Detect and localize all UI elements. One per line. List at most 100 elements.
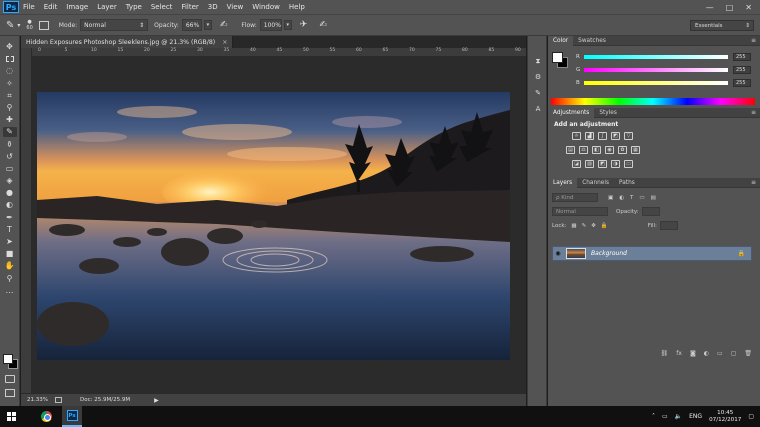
move-tool-icon[interactable]: ✥ [3,42,17,52]
document-tab[interactable]: Hidden Exposures Photoshop Sleeklens.jpg… [21,36,234,48]
filter-type-icon[interactable]: T [630,195,633,201]
brush-size-picker[interactable]: ● 60 [26,19,32,31]
add-mask-icon[interactable]: ◙ [690,350,696,358]
channel-value[interactable]: 255 [733,66,751,74]
panel-menu-icon[interactable]: ≡ [751,37,756,44]
slider-blue[interactable]: B 255 [576,78,756,88]
flow-field[interactable]: 100% [259,19,282,31]
menu-layer[interactable]: Layer [97,3,117,11]
tab-swatches[interactable]: Swatches [573,36,611,46]
color-lookup-icon[interactable]: ▦ [631,146,640,154]
tab-adjustments[interactable]: Adjustments [548,107,595,118]
panel-menu-icon[interactable]: ≡ [751,179,756,186]
airbrush-icon[interactable]: ✈ [300,20,308,30]
layer-row-background[interactable]: ◉ Background 🔒 [552,246,752,261]
lock-position-icon[interactable]: ✥ [591,223,596,229]
healing-tool-icon[interactable]: ✚ [3,115,17,125]
brush-presets-panel-icon[interactable]: ✎ [532,88,544,98]
menu-edit[interactable]: Edit [44,3,58,11]
tab-layers[interactable]: Layers [548,177,578,188]
opacity-field[interactable]: 66% [181,19,202,31]
language-indicator[interactable]: ENG [689,413,702,420]
tab-paths[interactable]: Paths [614,178,640,188]
invert-icon[interactable]: ◪ [572,160,581,168]
history-panel-icon[interactable]: ⧗ [532,56,544,66]
blend-mode-select[interactable]: Normal [552,207,608,216]
menu-select[interactable]: Select [151,3,173,11]
network-icon[interactable]: ▭ [662,413,668,420]
panel-menu-icon[interactable]: ≡ [751,109,756,116]
volume-icon[interactable]: 🔈 [675,413,682,420]
gradient-map-icon[interactable]: ▭ [624,160,633,168]
filter-shape-icon[interactable]: ▭ [639,195,644,201]
quick-select-tool-icon[interactable]: ✧ [3,79,17,89]
slider-red[interactable]: R 255 [576,52,756,62]
dodge-tool-icon[interactable]: ◐ [3,200,17,210]
color-balance-icon[interactable]: ⚖ [579,146,588,154]
history-brush-tool-icon[interactable]: ↺ [3,152,17,162]
zoom-tool-icon[interactable]: ⚲ [3,274,17,284]
brush-tool-icon-selected[interactable]: ✎ [2,127,17,138]
layer-kind-filter[interactable]: ρ Kind [552,193,598,202]
zoom-preview-icon[interactable] [55,397,62,403]
channel-value[interactable]: 255 [733,79,751,87]
blur-tool-icon[interactable]: ● [3,188,17,198]
black-white-icon[interactable]: ◧ [592,146,601,154]
slider-track[interactable] [584,68,728,72]
channel-value[interactable]: 255 [733,53,751,61]
tab-color[interactable]: Color [548,35,574,46]
filter-smart-object-icon[interactable]: ▤ [651,195,656,201]
lock-transparency-icon[interactable]: ▦ [571,223,576,229]
status-menu-arrow-icon[interactable]: ▶ [154,397,159,404]
start-button[interactable] [0,406,22,427]
menu-file[interactable]: File [23,3,35,11]
close-tab-icon[interactable]: × [222,39,227,46]
mode-select[interactable]: Normal ⇕ [80,19,149,31]
crop-tool-icon[interactable]: ⌗ [3,91,17,101]
filter-adjustment-icon[interactable]: ◐ [619,195,624,201]
photo-canvas[interactable] [37,92,510,360]
pressure-opacity-icon[interactable]: ✍ [220,20,228,30]
exposure-icon[interactable]: ◩ [611,132,620,140]
tab-styles[interactable]: Styles [594,108,622,118]
color-spectrum-ramp[interactable] [551,98,755,105]
slider-track[interactable] [584,55,728,59]
trash-icon[interactable]: 🗑 [744,350,752,358]
lock-all-icon[interactable]: 🔒 [601,223,608,229]
hue-saturation-icon[interactable]: ▤ [566,146,575,154]
notifications-icon[interactable]: ▢ [748,413,754,420]
lasso-tool-icon[interactable]: ◌ [3,66,17,76]
curves-icon[interactable]: ∫ [598,132,607,140]
levels-icon[interactable]: ▟ [585,132,594,140]
vibrance-icon[interactable]: ▽ [624,132,633,140]
menu-window[interactable]: Window [252,3,280,11]
visibility-eye-icon[interactable]: ◉ [553,250,563,257]
layer-opacity-field[interactable] [641,207,660,216]
slider-green[interactable]: G 255 [576,65,756,75]
path-select-tool-icon[interactable]: ➤ [3,237,17,247]
brush-panel-toggle-icon[interactable] [38,20,49,30]
menu-help[interactable]: Help [289,3,305,11]
tray-up-arrow-icon[interactable]: ˄ [652,413,655,420]
threshold-icon[interactable]: ◩ [598,160,607,168]
new-group-icon[interactable]: ▭ [717,350,723,358]
link-layers-icon[interactable]: ⛓ [661,350,669,358]
foreground-color-swatch[interactable] [3,354,13,364]
brightness-icon[interactable]: ☼ [572,132,581,140]
channel-mixer-icon[interactable]: ✿ [618,146,627,154]
layer-style-icon[interactable]: fx [676,350,682,358]
rectangle-tool-icon[interactable]: ■ [3,249,17,259]
photo-filter-icon[interactable]: ◉ [605,146,614,154]
more-tools-icon[interactable]: … [3,286,17,296]
opacity-dropdown-icon[interactable]: ▾ [203,20,212,30]
quick-mask-icon[interactable] [5,375,15,383]
zoom-level[interactable]: 21.33% [27,397,55,403]
new-layer-icon[interactable]: ▢ [731,350,737,358]
type-tool-icon[interactable]: T [3,225,17,235]
screen-mode-icon[interactable] [5,389,15,397]
layer-fill-field[interactable] [659,221,678,230]
maximize-icon[interactable]: □ [726,3,734,12]
flow-dropdown-icon[interactable]: ▾ [283,20,292,30]
taskbar-chrome[interactable] [36,406,56,427]
menu-type[interactable]: Type [126,3,142,11]
